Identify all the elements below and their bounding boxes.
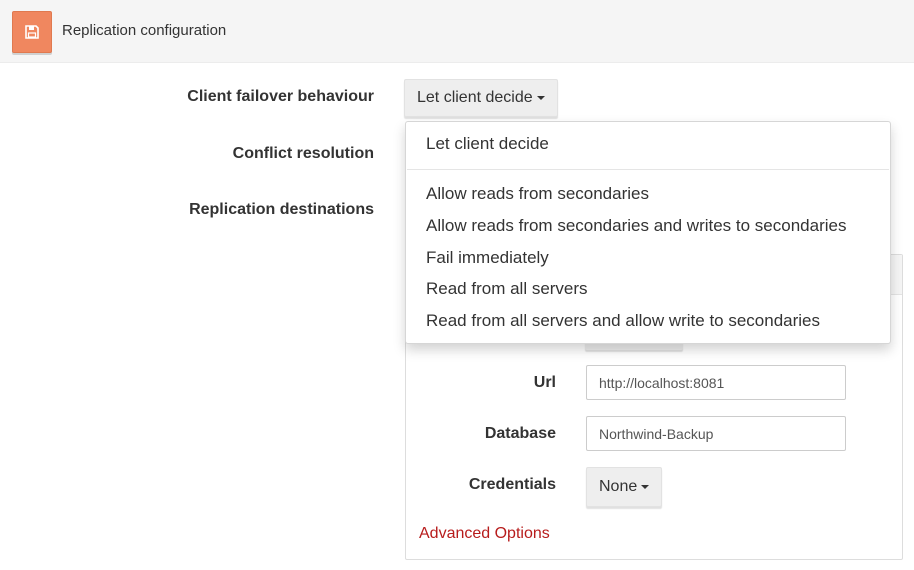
page-header: Replication configuration (0, 0, 914, 63)
client-failover-value: Let client decide (417, 89, 533, 106)
menu-item-fail-immediately[interactable]: Fail immediately (406, 247, 890, 269)
client-failover-label: Client failover behaviour (187, 88, 374, 105)
page-title: Replication configuration (62, 22, 227, 39)
menu-item-allow-reads-secondaries[interactable]: Allow reads from secondaries (406, 183, 890, 205)
credentials-dropdown[interactable]: None (586, 467, 662, 507)
floppy-disk-icon (25, 25, 39, 39)
conflict-resolution-label: Conflict resolution (232, 145, 374, 162)
url-label: Url (533, 374, 556, 391)
client-failover-menu: Let client decide Allow reads from secon… (405, 121, 891, 344)
menu-item-let-client-decide[interactable]: Let client decide (406, 133, 890, 155)
save-button[interactable] (12, 11, 52, 53)
menu-divider (407, 169, 889, 170)
credentials-label: Credentials (468, 476, 556, 493)
menu-item-allow-reads-writes-secondaries[interactable]: Allow reads from secondaries and writes … (406, 215, 890, 237)
menu-item-read-all-servers[interactable]: Read from all servers (406, 278, 890, 300)
database-input[interactable] (586, 416, 846, 451)
advanced-options-link[interactable]: Advanced Options (419, 525, 550, 543)
database-label: Database (484, 425, 556, 442)
credentials-value: None (599, 478, 638, 495)
url-input[interactable] (586, 365, 846, 400)
replication-destinations-label: Replication destinations (189, 201, 374, 218)
caret-down-icon (641, 485, 650, 489)
client-failover-dropdown[interactable]: Let client decide (404, 79, 558, 117)
caret-down-icon (536, 96, 545, 100)
menu-item-read-all-write-secondaries[interactable]: Read from all servers and allow write to… (406, 310, 890, 332)
